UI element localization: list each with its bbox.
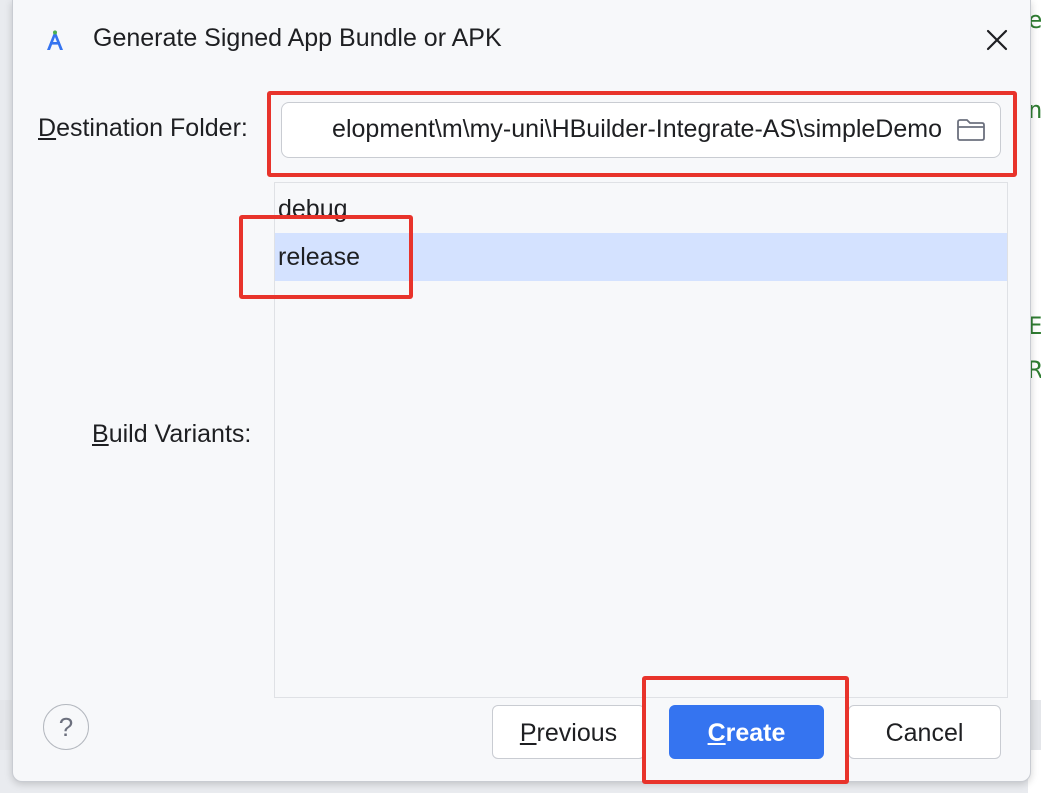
build-variant-debug[interactable]: debug bbox=[275, 185, 1007, 233]
mnemonic-letter: C bbox=[707, 719, 726, 747]
cancel-button[interactable]: Cancel bbox=[848, 705, 1001, 759]
folder-icon[interactable] bbox=[956, 118, 986, 142]
build-variants-list[interactable]: debug release bbox=[274, 182, 1008, 698]
dialog-title: Generate Signed App Bundle or APK bbox=[93, 24, 502, 52]
build-variants-label: Build Variants: bbox=[92, 420, 251, 449]
close-icon[interactable] bbox=[983, 26, 1011, 54]
mnemonic-letter: B bbox=[92, 420, 109, 448]
button-label: reate bbox=[725, 719, 786, 747]
mnemonic-letter: D bbox=[38, 114, 57, 142]
destination-folder-value[interactable]: elopment\m\my-uni\HBuilder-Integrate-AS\… bbox=[332, 115, 942, 144]
generate-signed-bundle-dialog: Generate Signed App Bundle or APK Destin… bbox=[12, 0, 1031, 782]
destination-folder-label: Destination Folder: bbox=[38, 114, 248, 143]
previous-button[interactable]: Previous bbox=[492, 705, 645, 759]
label-text: estination Folder: bbox=[56, 114, 248, 142]
android-studio-icon bbox=[47, 30, 63, 50]
destination-folder-input[interactable]: elopment\m\my-uni\HBuilder-Integrate-AS\… bbox=[281, 102, 1001, 158]
build-variant-release[interactable]: release bbox=[275, 233, 1007, 281]
label-text: uild Variants: bbox=[108, 420, 252, 448]
mnemonic-letter: P bbox=[519, 719, 537, 747]
help-button[interactable]: ? bbox=[43, 704, 89, 750]
button-label: revious bbox=[536, 719, 618, 747]
create-button[interactable]: Create bbox=[669, 705, 824, 759]
